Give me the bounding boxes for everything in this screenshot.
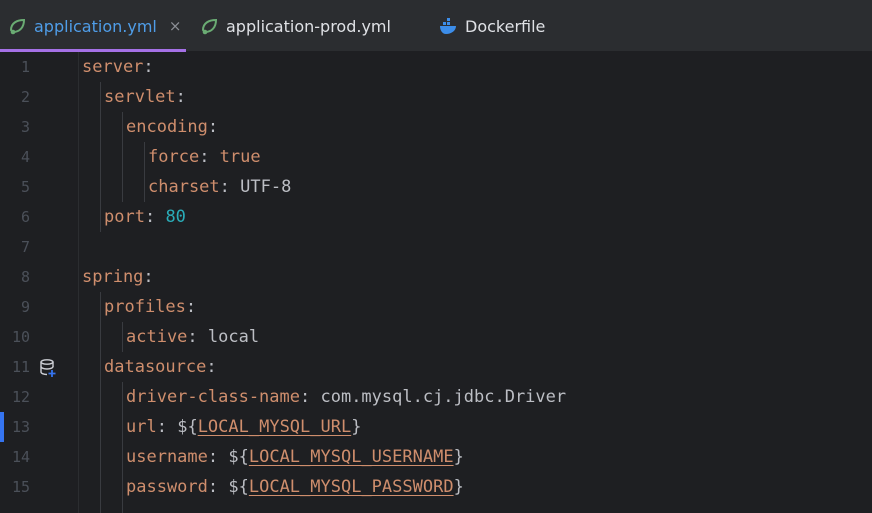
tab-label: application-prod.yml (226, 16, 391, 36)
code-line: 10 active: local (0, 322, 872, 352)
env-variable[interactable]: LOCAL_MYSQL_USERNAME (249, 447, 454, 467)
code-text: force: true (148, 142, 261, 172)
placeholder-open: ${ (228, 477, 249, 497)
yaml-key: spring (82, 267, 144, 287)
line-number: 1 (20, 58, 30, 76)
code-text: profiles: (104, 292, 196, 322)
yaml-key: force (148, 147, 200, 167)
code-line: 2 servlet: (0, 82, 872, 112)
line-number: 5 (20, 178, 30, 196)
tab-dockerfile[interactable]: Dockerfile (438, 0, 588, 52)
close-icon[interactable]: × (169, 17, 182, 35)
tab-application-prod-yml[interactable]: application-prod.yml (199, 0, 419, 52)
yaml-colon: : (175, 87, 186, 107)
code-line: 8 spring: (0, 262, 872, 292)
line-number: 14 (11, 448, 30, 466)
yaml-colon: : (156, 417, 178, 437)
yaml-colon: : (300, 387, 321, 407)
yaml-key: driver-class-name (126, 387, 300, 407)
tab-label: application.yml (34, 16, 157, 36)
line-number: 10 (11, 328, 30, 346)
yaml-key: port (104, 207, 145, 227)
code-text: url: ${LOCAL_MYSQL_URL} (126, 412, 361, 442)
line-number: 3 (20, 118, 30, 136)
code-text: username: ${LOCAL_MYSQL_USERNAME} (126, 442, 464, 472)
code-line: 3 encoding: (0, 112, 872, 142)
code-text: port: 80 (104, 202, 186, 232)
yaml-colon: : (219, 177, 241, 197)
line-number: 2 (20, 88, 30, 106)
yaml-colon: : (206, 357, 217, 377)
yaml-value: 80 (165, 207, 186, 227)
docker-whale-icon (438, 15, 460, 37)
yaml-key: charset (148, 177, 220, 197)
code-line: 5 charset: UTF-8 (0, 172, 872, 202)
yaml-key: servlet (104, 87, 176, 107)
yaml-colon: : (185, 297, 197, 317)
spring-leaf-icon (199, 15, 221, 37)
spring-leaf-icon (7, 15, 29, 37)
code-line: 6 port: 80 (0, 202, 872, 232)
line-number: 9 (20, 298, 30, 316)
yaml-value: true (219, 147, 261, 167)
code-text: server: (82, 52, 154, 82)
line-number: 11 (11, 358, 30, 376)
line-number: 4 (20, 148, 30, 166)
editor-tab-bar: application.yml × application-prod.yml D… (0, 0, 872, 52)
code-text: active: local (126, 322, 259, 352)
yaml-colon: : (144, 207, 166, 227)
code-line: 7 (0, 232, 872, 262)
yaml-colon: : (187, 327, 208, 347)
code-text: password: ${LOCAL_MYSQL_PASSWORD} (126, 472, 464, 502)
line-number: 6 (20, 208, 30, 226)
placeholder-open: ${ (177, 417, 198, 437)
yaml-colon: : (143, 267, 154, 287)
code-line: 11 datasource: (0, 352, 872, 382)
yaml-colon: : (207, 447, 229, 467)
line-number: 7 (20, 238, 30, 256)
yaml-key: url (126, 417, 157, 437)
placeholder-close: } (453, 447, 464, 467)
line-number: 8 (20, 268, 30, 286)
yaml-colon: : (143, 57, 154, 77)
code-line: 9 profiles: (0, 292, 872, 322)
yaml-key: active (126, 327, 188, 347)
code-line: 12 driver-class-name: com.mysql.cj.jdbc.… (0, 382, 872, 412)
line-number: 13 (11, 418, 30, 436)
code-line: 15 password: ${LOCAL_MYSQL_PASSWORD} (0, 472, 872, 502)
code-text: encoding: (126, 112, 218, 142)
yaml-key: profiles (104, 297, 186, 317)
code-line: 13 url: ${LOCAL_MYSQL_URL} (0, 412, 872, 442)
yaml-key: username (126, 447, 208, 467)
line-number: 15 (11, 478, 30, 496)
yaml-colon: : (207, 477, 229, 497)
placeholder-open: ${ (228, 447, 249, 467)
yaml-key: password (126, 477, 208, 497)
yaml-key: encoding (126, 117, 208, 137)
yaml-key: datasource (104, 357, 207, 377)
code-editor[interactable]: 1 server: 2 servlet: 3 encoding: 4 force… (0, 52, 872, 513)
code-line: 1 server: (0, 52, 872, 82)
yaml-colon: : (199, 147, 220, 167)
code-text: driver-class-name: com.mysql.cj.jdbc.Dri… (126, 382, 566, 412)
yaml-value: local (207, 327, 260, 347)
yaml-value: UTF-8 (240, 177, 292, 197)
line-number: 12 (11, 388, 30, 406)
yaml-key: server (82, 57, 144, 77)
code-text: servlet: (104, 82, 186, 112)
code-line: 4 force: true (0, 142, 872, 172)
code-text: charset: UTF-8 (148, 172, 291, 202)
yaml-value: com.mysql.cj.jdbc.Driver (320, 387, 567, 407)
env-variable[interactable]: LOCAL_MYSQL_URL (198, 417, 352, 437)
placeholder-close: } (351, 417, 362, 437)
yaml-colon: : (207, 117, 219, 137)
env-variable[interactable]: LOCAL_MYSQL_PASSWORD (249, 477, 454, 497)
code-text: datasource: (104, 352, 217, 382)
placeholder-close: } (453, 477, 464, 497)
tab-label: Dockerfile (465, 16, 546, 36)
tab-application-yml[interactable]: application.yml × (0, 0, 186, 52)
code-text: spring: (82, 262, 154, 292)
code-line: 14 username: ${LOCAL_MYSQL_USERNAME} (0, 442, 872, 472)
